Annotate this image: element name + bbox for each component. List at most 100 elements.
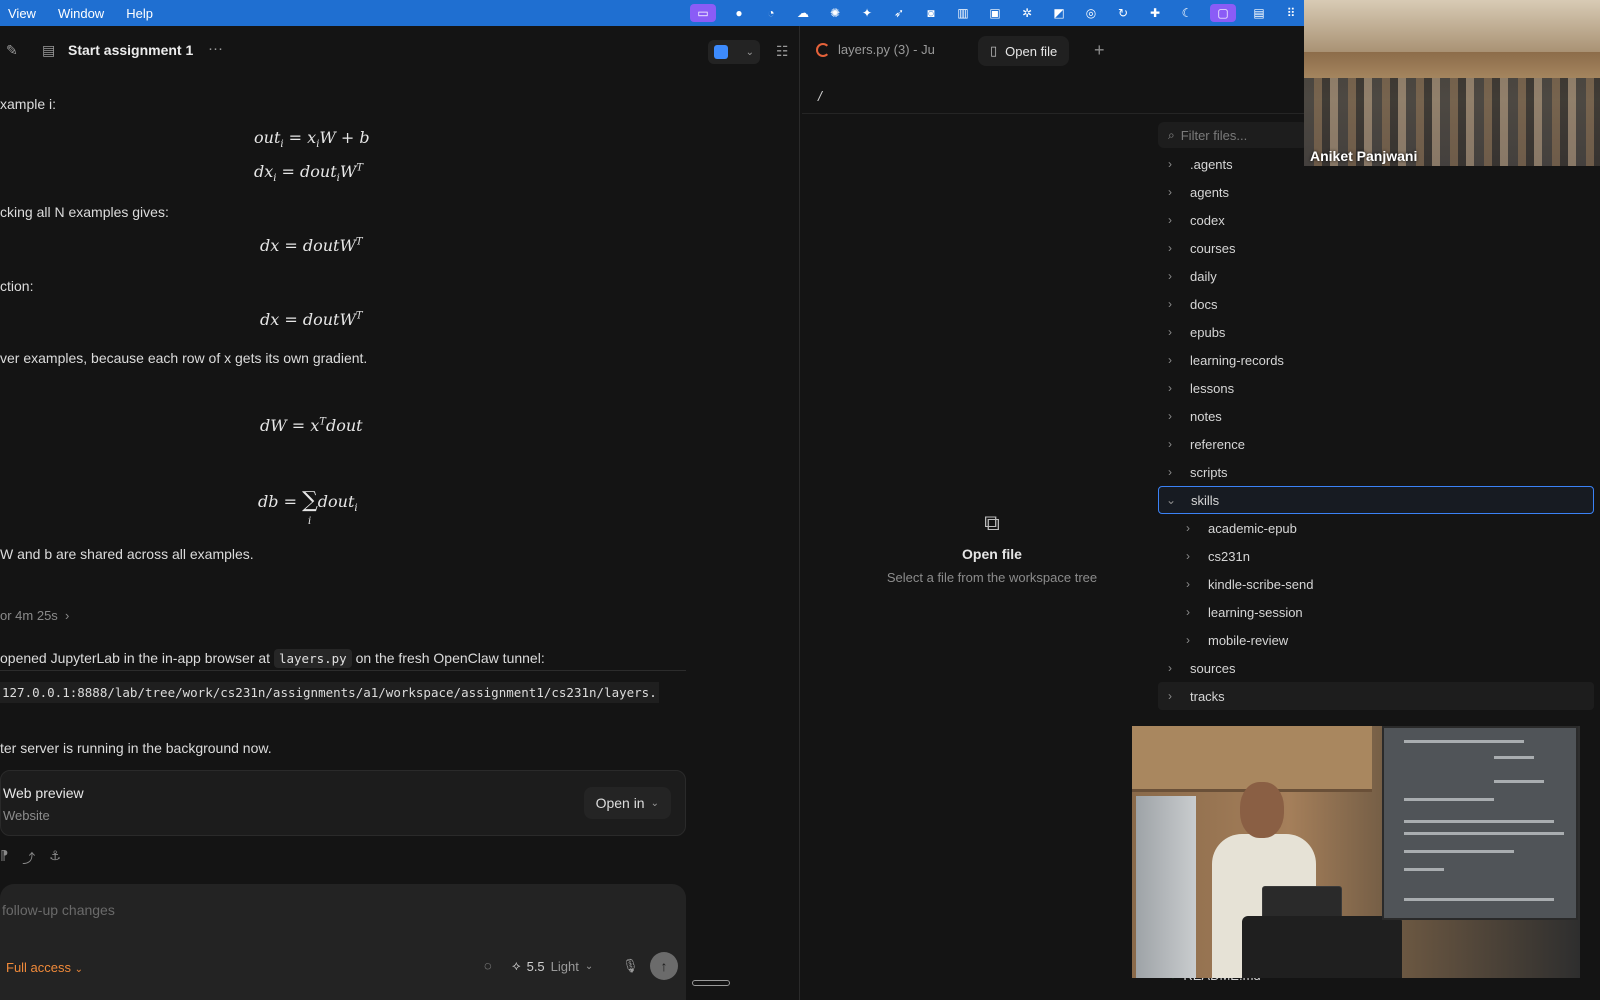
tree-item-label: .agents: [1190, 156, 1233, 172]
web-preview-card[interactable]: Web preview Website Open in ⌄: [0, 770, 686, 836]
tree-item-label: docs: [1190, 296, 1218, 312]
screen-share-icon[interactable]: ▭: [690, 4, 716, 22]
sparkle-icon[interactable]: ✺: [826, 6, 844, 20]
feather-icon[interactable]: ➶: [890, 6, 908, 20]
tree-folder-item[interactable]: › sources: [1158, 654, 1594, 682]
chevron-right-icon: ›: [1168, 353, 1172, 367]
chat-pane: ✎ ▤ Start assignment 1 ··· ⌄ ☷ xample i:…: [0, 26, 800, 1000]
jupyter-icon: [816, 42, 830, 57]
chevron-right-icon: ›: [1186, 549, 1190, 563]
menu-help[interactable]: Help: [126, 6, 153, 21]
grid-icon[interactable]: ⠿: [1282, 6, 1300, 20]
record-icon[interactable]: ◙: [922, 6, 940, 20]
menu-view[interactable]: View: [8, 6, 36, 21]
chevron-right-icon: ›: [1168, 185, 1172, 199]
access-selector[interactable]: Full access ⌄: [6, 960, 83, 975]
tree-folder-item[interactable]: ⌄ skills: [1158, 486, 1594, 514]
add-tab-icon[interactable]: +: [1094, 40, 1105, 61]
resize-handle[interactable]: [692, 980, 730, 986]
tree-folder-item[interactable]: › docs: [1158, 290, 1594, 318]
video-fridge: [1136, 796, 1196, 978]
tree-folder-item[interactable]: › daily: [1158, 262, 1594, 290]
elapsed-label: or 4m 25s: [0, 608, 58, 623]
screen-line: [1404, 740, 1524, 743]
anchor-icon[interactable]: ⚓: [49, 848, 61, 867]
video-tile-speaker[interactable]: [1132, 726, 1580, 978]
rings-icon[interactable]: ◎: [1082, 6, 1100, 20]
path-text: /: [818, 88, 822, 104]
tree-folder-item[interactable]: › agents: [1158, 178, 1594, 206]
open-in-button[interactable]: Open in ⌄: [583, 787, 671, 819]
window-icon[interactable]: ▢: [1210, 4, 1236, 22]
screen-line: [1404, 820, 1554, 823]
speaker-name: Aniket Panjwani: [1310, 148, 1418, 164]
cloud-icon[interactable]: ☁: [794, 6, 812, 20]
composer-input[interactable]: follow-up changes: [2, 902, 115, 918]
editor-app-icon: [714, 45, 728, 59]
text-action: ction:: [0, 278, 34, 294]
tree-child-item[interactable]: › learning-session: [1158, 598, 1594, 626]
editor-picker-button[interactable]: ⌄: [708, 40, 760, 64]
refresh-icon[interactable]: ↻: [1114, 6, 1132, 20]
menu-list: View Window Help: [0, 6, 153, 21]
tree-folder-item[interactable]: › courses: [1158, 234, 1594, 262]
tree-folder-item[interactable]: › epubs: [1158, 318, 1594, 346]
tree-folder-item[interactable]: › notes: [1158, 402, 1594, 430]
chevron-down-icon: ⌄: [1165, 493, 1177, 507]
model-selector[interactable]: ⟡ 5.5 Light ⌄: [512, 958, 593, 974]
card-icon[interactable]: ▤: [1250, 6, 1268, 20]
tree-item-label: codex: [1190, 212, 1225, 228]
send-button[interactable]: ↑: [650, 952, 678, 980]
more-options-icon[interactable]: ···: [208, 40, 223, 57]
tree-folder-item[interactable]: › learning-records: [1158, 346, 1594, 374]
tab-open-file[interactable]: ▯ Open file: [978, 36, 1070, 66]
display-icon[interactable]: ▣: [986, 6, 1004, 20]
tab-layers-label: layers.py (3) - Ju: [838, 42, 935, 57]
divider: [0, 670, 686, 671]
tree-folder-item[interactable]: › scripts: [1158, 458, 1594, 486]
tree-folder-item[interactable]: › lessons: [1158, 374, 1594, 402]
chat-icon[interactable]: ●: [730, 6, 748, 20]
tree-folder-item[interactable]: › codex: [1158, 206, 1594, 234]
layout-toggle-icon[interactable]: ☷: [776, 43, 789, 60]
moon-icon[interactable]: ☾: [1178, 6, 1196, 20]
chevron-down-icon: ⌄: [584, 960, 594, 972]
branch-icon[interactable]: ⤴: [22, 848, 35, 867]
tree-child-item[interactable]: › cs231n: [1158, 542, 1594, 570]
menu-window[interactable]: Window: [58, 6, 104, 21]
gift-icon[interactable]: ✚: [1146, 6, 1164, 20]
tree-folder-item[interactable]: › tracks: [1158, 682, 1594, 710]
search-icon: ⌕: [1168, 127, 1175, 142]
chevron-right-icon: ›: [1168, 689, 1172, 703]
elapsed-toggle[interactable]: or 4m 25s ›: [0, 608, 69, 623]
filter-input[interactable]: [1180, 127, 1291, 143]
tree-item-label: courses: [1190, 240, 1236, 256]
tree-child-item[interactable]: › mobile-review: [1158, 626, 1594, 654]
thumbs-icon[interactable]: ⁋: [0, 848, 8, 867]
clock-icon[interactable]: ◔: [762, 6, 780, 20]
star-icon[interactable]: ✦: [858, 6, 876, 20]
butterfly-icon[interactable]: ✲: [1018, 6, 1036, 20]
bars-icon[interactable]: ▥: [954, 6, 972, 20]
tab-layers[interactable]: layers.py (3) - Ju: [816, 42, 935, 57]
status-tray: ▭ ● ◔ ☁ ✺ ✦ ➶ ◙ ▥ ▣ ✲ ◩ ◎ ↻ ✚ ☾ ▢ ▤ ⠿: [690, 0, 1300, 26]
opened-suffix: on the fresh OpenClaw tunnel:: [355, 650, 545, 666]
empty-state-subtitle: Select a file from the workspace tree: [886, 570, 1098, 585]
tree-child-item[interactable]: › academic-epub: [1158, 514, 1594, 542]
chevron-down-icon: ⌄: [650, 797, 659, 809]
chevron-right-icon: ›: [1168, 437, 1172, 451]
tag-icon[interactable]: ◩: [1050, 6, 1068, 20]
video-laptop: [1262, 886, 1342, 920]
chevron-right-icon: ›: [1186, 577, 1190, 591]
tree-item-label: lessons: [1190, 380, 1235, 396]
tree-child-item[interactable]: › kindle-scribe-send: [1158, 570, 1594, 598]
model-mode: Light: [550, 958, 579, 974]
tree-item-label: learning-records: [1190, 352, 1284, 368]
tree-folder-item[interactable]: › reference: [1158, 430, 1594, 458]
chevron-right-icon: ›: [1168, 157, 1172, 171]
video-tile-audience[interactable]: Aniket Panjwani: [1304, 0, 1600, 166]
compose-icon[interactable]: ✎: [6, 42, 18, 59]
filter-box[interactable]: ⌕: [1158, 122, 1308, 148]
microphone-icon[interactable]: 🎙︎: [622, 958, 639, 974]
chevron-right-icon: ›: [1168, 409, 1172, 423]
